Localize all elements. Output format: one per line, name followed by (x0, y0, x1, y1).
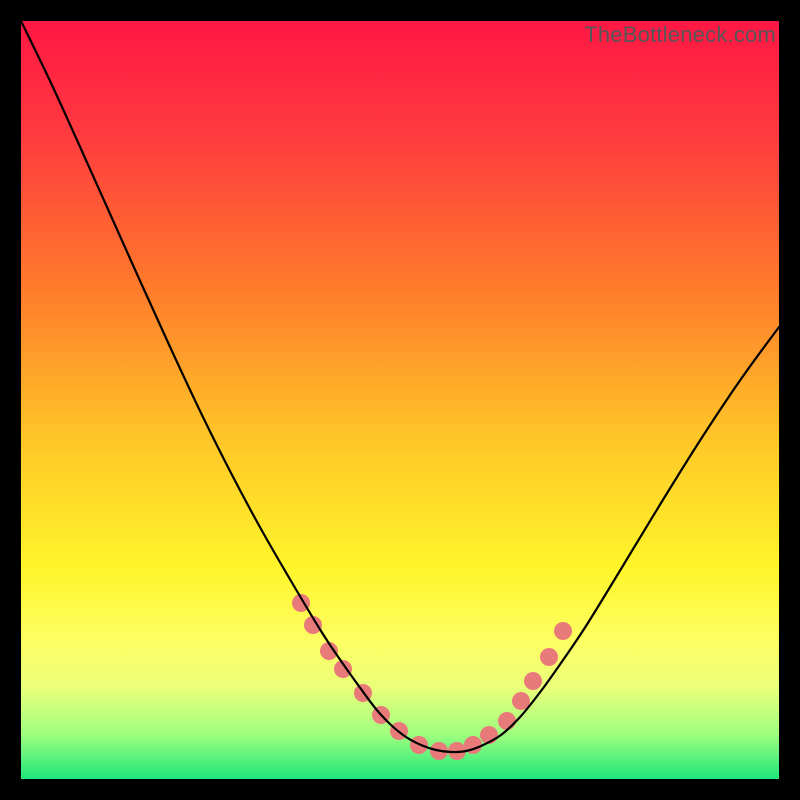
chart-svg (21, 21, 779, 779)
highlight-dot (540, 648, 558, 666)
highlight-dot (498, 712, 516, 730)
highlight-dot (524, 672, 542, 690)
chart-area (21, 21, 779, 779)
watermark-text: TheBottleneck.com (584, 22, 776, 48)
gradient-background (21, 21, 779, 779)
highlight-dot (554, 622, 572, 640)
